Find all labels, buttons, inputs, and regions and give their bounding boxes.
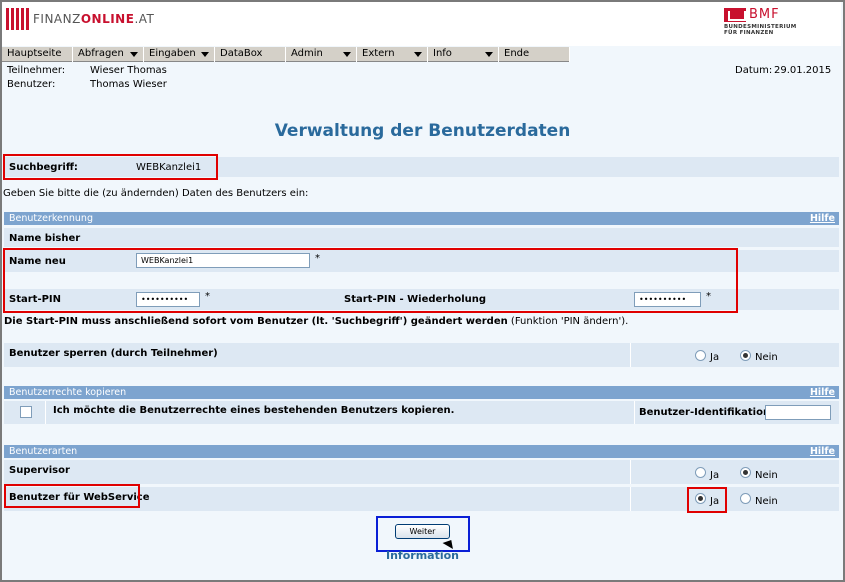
bmf-label: BMF [749,7,780,22]
hilfe-link[interactable]: Hilfe [810,386,835,399]
ident-input[interactable] [765,405,831,420]
sperren-ja-label: Ja [710,352,720,363]
bmf-emblem-icon [724,7,746,22]
menu-eingaben[interactable]: Eingaben [144,47,215,62]
menu-ende[interactable]: Ende [499,47,570,62]
supervisor-nein-label: Nein [755,470,778,481]
copy-rights-label: Ich möchte die Benutzerrechte eines best… [53,405,455,416]
chevron-down-icon [130,52,138,57]
intro-text: Geben Sie bitte die (zu ändernden) Daten… [3,188,309,199]
name-bisher-label: Name bisher [9,233,81,244]
supervisor-nein-radio[interactable] [740,467,751,478]
information-link[interactable]: Information [0,549,845,562]
supervisor-ja-label: Ja [710,470,720,481]
supervisor-label: Supervisor [9,465,70,476]
teilnehmer-label: Teilnehmer: [7,65,66,76]
chevron-down-icon [343,52,351,57]
highlight-webservice-label [4,484,140,508]
row-name-bisher [4,228,839,247]
highlight-name-pin-box [3,248,738,313]
weiter-button[interactable]: Weiter [395,524,450,539]
benutzer-label: Benutzer: [7,79,56,90]
page-title: Verwaltung der Benutzerdaten [274,121,571,141]
logo-suffix: .AT [134,12,155,26]
logo-bars-icon [6,8,29,30]
datum-value: 29.01.2015 [774,65,832,76]
bmf-sub-line-2: FÜR FINANZEN [724,30,774,36]
chevron-down-icon [414,52,422,57]
section-title: Benutzerrechte kopieren [9,387,127,398]
menu-info[interactable]: Info [428,47,499,62]
copy-rights-checkbox[interactable] [20,406,32,418]
chevron-down-icon [201,52,209,57]
sperren-nein-radio[interactable] [740,350,751,361]
sperren-ja-radio[interactable] [695,350,706,361]
logo-prefix: FINANZ [33,12,81,26]
divider [630,343,631,367]
pin-note: Die Start-PIN muss anschließend sofort v… [4,316,628,327]
menu-extern[interactable]: Extern [357,47,428,62]
section-header-benutzerarten: Benutzerarten Hilfe [4,445,839,458]
menu-abfragen[interactable]: Abfragen [73,47,144,62]
benutzer-value: Thomas Wieser [90,79,167,90]
webservice-nein-label: Nein [755,496,778,507]
pin-note-bold: Die Start-PIN muss anschließend sofort v… [4,316,508,327]
divider [630,460,631,484]
bmf-logo: BMF BUNDESMINISTERIUM FÜR FINANZEN [724,7,819,36]
divider [45,401,46,424]
menu-admin[interactable]: Admin [286,47,357,62]
section-header-benutzerrechte: Benutzerrechte kopieren Hilfe [4,386,839,399]
finanzonline-logo: FINANZONLINE.AT [6,8,154,30]
webservice-nein-radio[interactable] [740,493,751,504]
divider [630,487,631,511]
ident-label: Benutzer-Identifikation [639,407,771,418]
pin-note-normal: (Funktion 'PIN ändern'). [510,316,629,327]
chevron-down-icon [485,52,493,57]
header: FINANZONLINE.AT BMF BUNDESMINISTERIUM FÜ… [2,2,841,46]
highlight-search-box [3,154,218,180]
hilfe-link[interactable]: Hilfe [810,445,835,458]
sperren-label: Benutzer sperren (durch Teilnehmer) [9,348,218,359]
logo-main: ONLINE [80,12,135,26]
menu-databox[interactable]: DataBox [215,47,286,62]
menu-bar: Hauptseite Abfragen Eingaben DataBox Adm… [2,47,570,62]
section-title: Benutzerkennung [9,213,93,224]
sperren-nein-label: Nein [755,352,778,363]
highlight-webservice-ja [687,487,727,513]
datum-label: Datum: [735,65,773,76]
teilnehmer-value: Wieser Thomas [90,65,167,76]
supervisor-ja-radio[interactable] [695,467,706,478]
section-header-benutzerkennung: Benutzerkennung Hilfe [4,212,839,225]
section-title: Benutzerarten [9,446,78,457]
menu-hauptseite[interactable]: Hauptseite [2,47,73,62]
hilfe-link[interactable]: Hilfe [810,212,835,225]
divider [634,401,635,424]
